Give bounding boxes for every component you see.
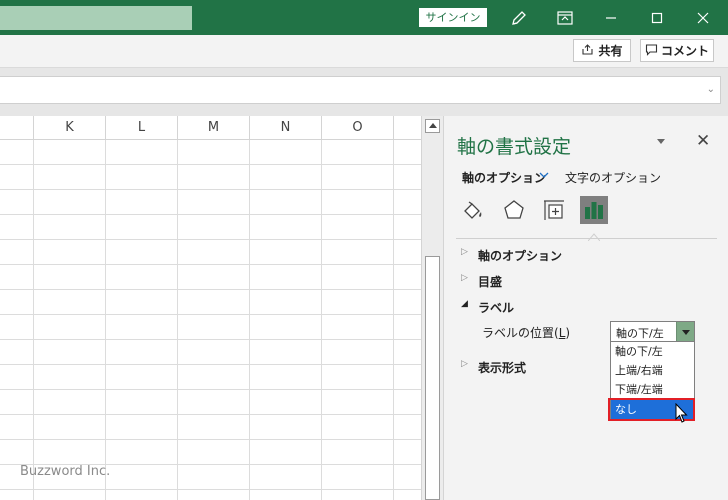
pane-close-icon[interactable]: ✕ — [696, 131, 710, 151]
collapsed-arrow-icon: ▷ — [461, 273, 468, 283]
column-header-partial[interactable] — [0, 116, 34, 140]
section-label: 表示形式 — [478, 361, 527, 375]
vertical-scrollbar[interactable] — [421, 116, 443, 500]
ribbon: 共有 コメント — [0, 35, 728, 68]
spreadsheet-grid[interactable]: K L M N O — [0, 116, 421, 500]
column-header-l[interactable]: L — [106, 116, 178, 140]
tab-chevron-icon[interactable] — [539, 170, 549, 180]
dropdown-arrow-icon[interactable] — [676, 322, 694, 341]
section-label: ラベル — [478, 301, 515, 315]
pane-options-icon[interactable] — [656, 136, 668, 148]
minimize-icon[interactable] — [600, 7, 622, 29]
column-header-row: K L M N O — [0, 116, 421, 140]
dropdown-option[interactable]: 上端/右端 — [611, 361, 694, 380]
section-label: 目盛 — [478, 275, 503, 289]
expand-formula-icon[interactable]: ⌄ — [707, 84, 715, 95]
close-icon[interactable] — [692, 7, 714, 29]
title-field — [0, 6, 192, 30]
ribbon-display-icon[interactable] — [554, 7, 576, 29]
dropdown-option[interactable]: 軸の下/左 — [611, 342, 694, 361]
mouse-cursor-icon — [675, 402, 689, 425]
expanded-arrow-icon: ◢ — [461, 299, 468, 309]
pen-icon[interactable] — [508, 7, 530, 29]
format-axis-pane: 軸の書式設定 ✕ 軸のオプション 文字のオプション ▷ 軸のオプション ▷ 目盛… — [443, 116, 728, 500]
label-position-label: ラベルの位置(L) — [482, 326, 571, 340]
column-header-k[interactable]: K — [34, 116, 106, 140]
scroll-up-icon[interactable] — [425, 119, 440, 133]
comment-button[interactable]: コメント — [640, 39, 714, 62]
tab-axis-options[interactable]: 軸のオプション — [462, 169, 546, 186]
selected-tab-pointer — [587, 230, 601, 242]
maximize-icon[interactable] — [646, 7, 668, 29]
comment-icon — [645, 43, 658, 59]
size-properties-icon[interactable] — [540, 196, 568, 224]
pane-divider — [456, 238, 717, 239]
title-bar: サインイン — [0, 0, 728, 35]
collapsed-arrow-icon: ▷ — [461, 247, 468, 257]
collapsed-arrow-icon: ▷ — [461, 359, 468, 369]
cell-area[interactable] — [0, 140, 421, 500]
section-label: 軸のオプション — [478, 249, 563, 263]
formula-bar[interactable]: ⌄ — [0, 76, 721, 104]
column-header-n[interactable]: N — [250, 116, 322, 140]
share-label: 共有 — [598, 44, 623, 58]
dropdown-value: 軸の下/左 — [616, 327, 664, 340]
dropdown-option[interactable]: 下端/左端 — [611, 380, 694, 399]
effects-icon[interactable] — [500, 196, 528, 224]
column-header-m[interactable]: M — [178, 116, 250, 140]
signin-button[interactable]: サインイン — [419, 8, 487, 27]
label-position-dropdown[interactable]: 軸の下/左 — [610, 321, 695, 342]
share-button[interactable]: 共有 — [573, 39, 631, 62]
axis-options-icon[interactable] — [580, 196, 608, 224]
fill-line-icon[interactable] — [459, 196, 487, 224]
watermark: Buzzword Inc. — [20, 464, 111, 479]
comment-label: コメント — [660, 44, 709, 58]
tab-text-options[interactable]: 文字のオプション — [565, 169, 661, 186]
pane-title: 軸の書式設定 — [457, 136, 572, 158]
scroll-thumb[interactable] — [425, 256, 440, 500]
share-icon — [581, 43, 594, 59]
column-header-o[interactable]: O — [322, 116, 394, 140]
